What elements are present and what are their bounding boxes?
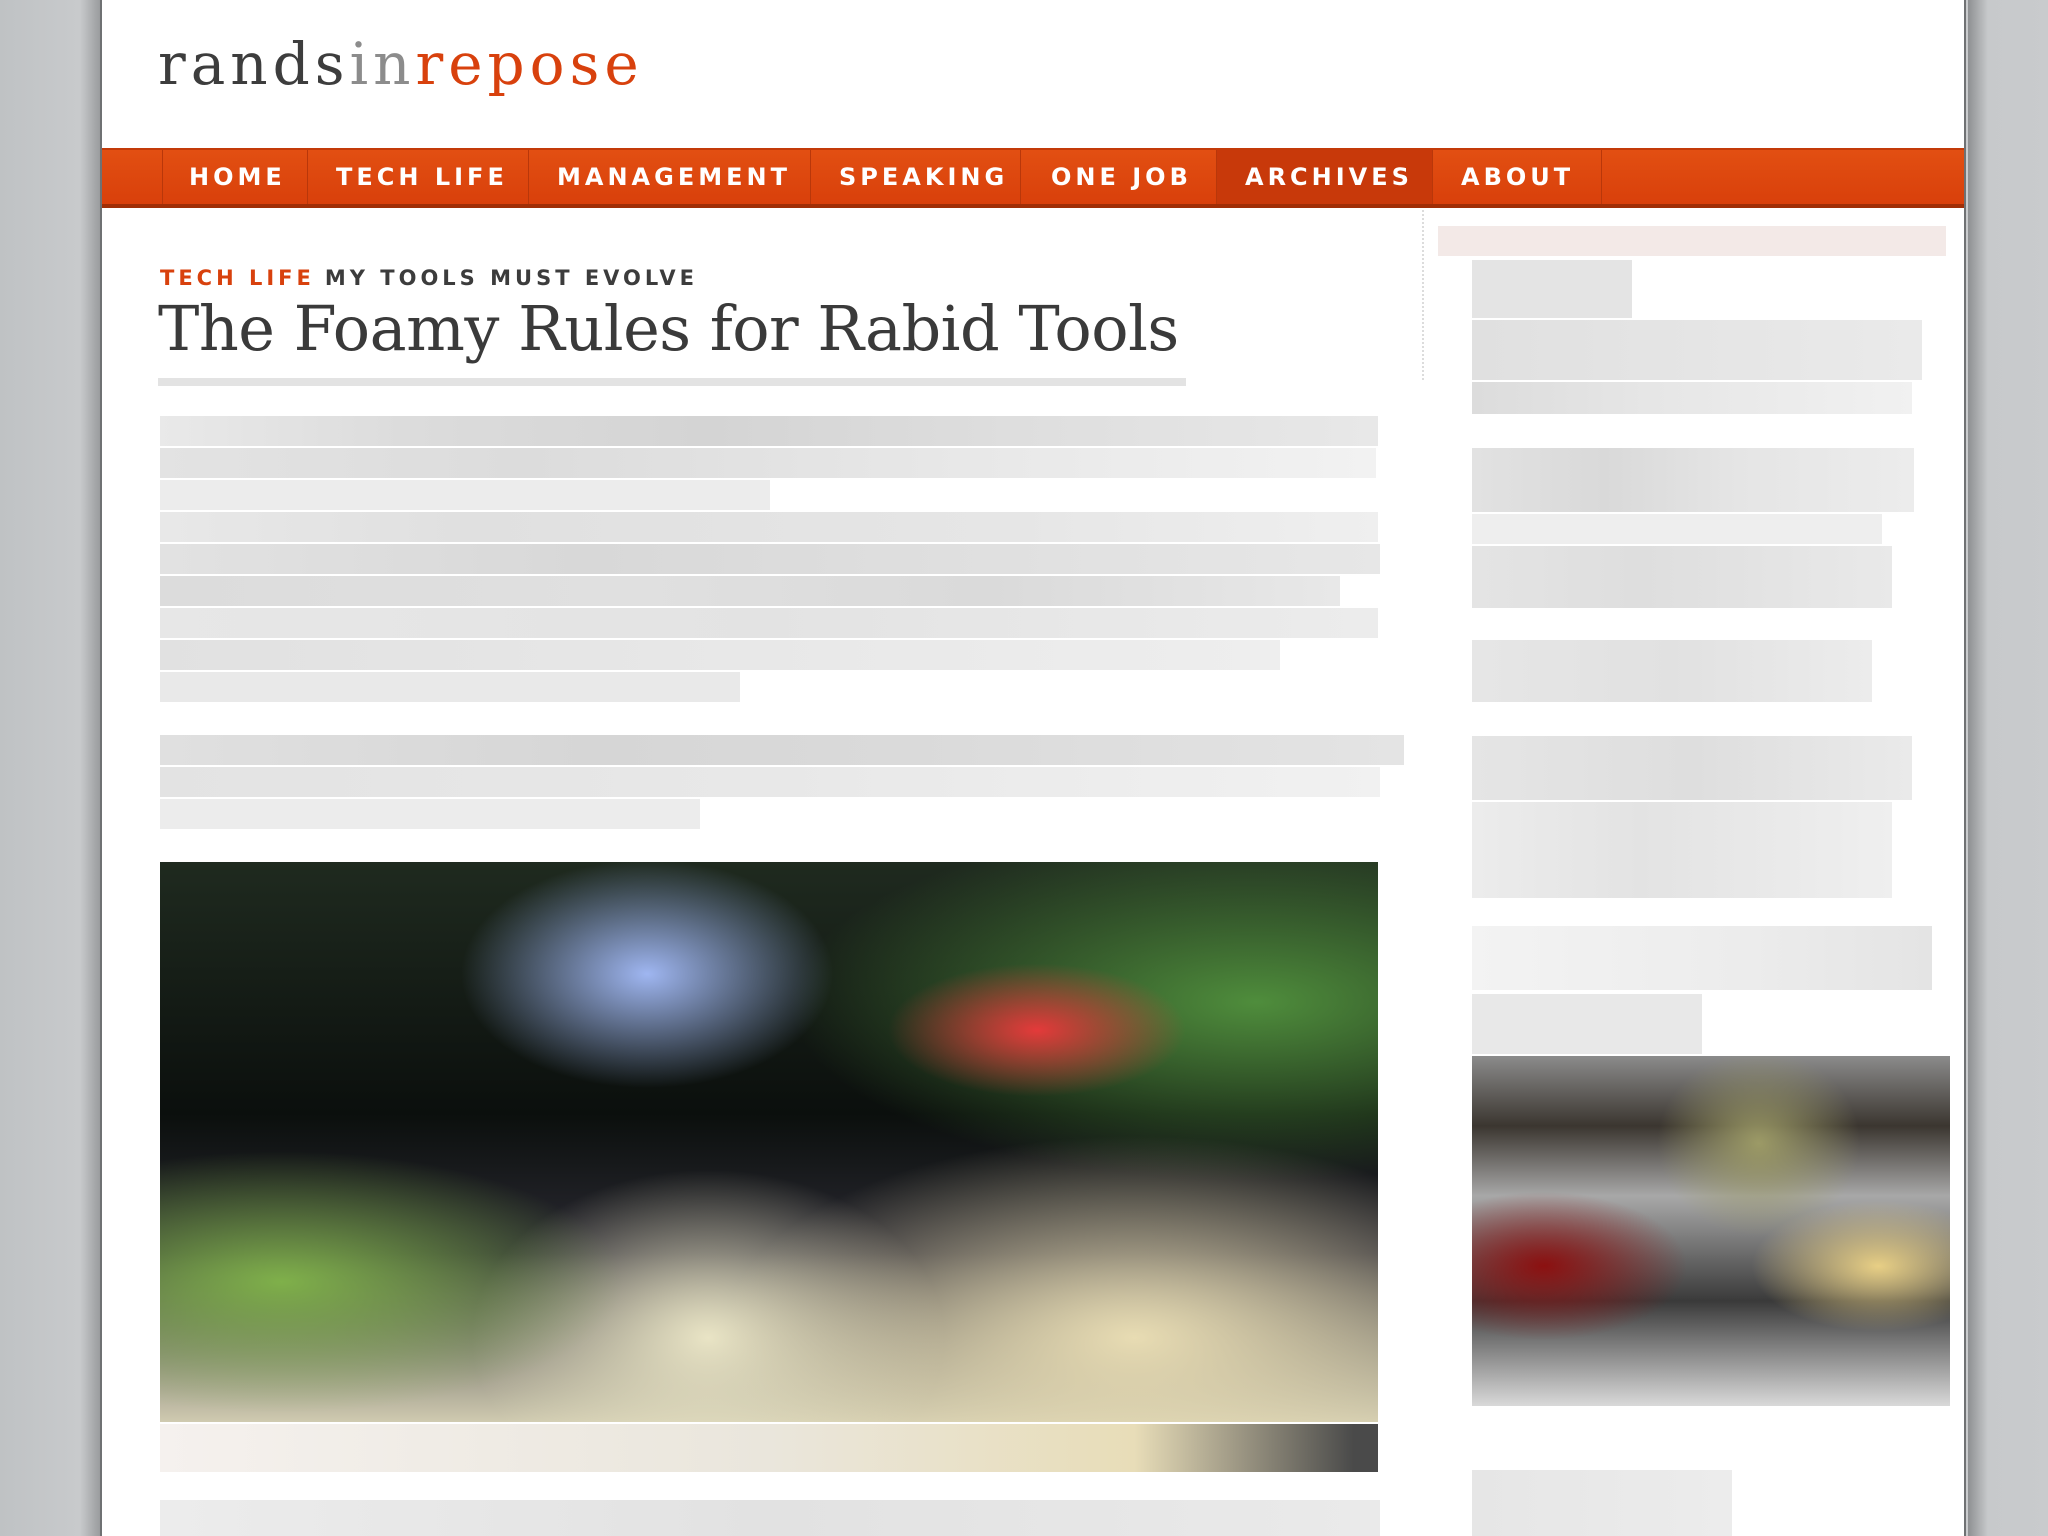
- blurred-paragraph-line: [160, 672, 740, 702]
- window-right-gutter: [1968, 0, 2048, 1536]
- nav-item-label: HOME: [189, 163, 286, 191]
- window-left-gutter: [0, 0, 100, 1536]
- article-image[interactable]: [160, 862, 1378, 1422]
- sidebar-image[interactable]: [1472, 1056, 1950, 1406]
- sidebar-blurred-line: [1472, 546, 1892, 608]
- nav-item-label: SPEAKING: [839, 163, 1009, 191]
- sidebar-blurred-line: [1472, 448, 1914, 512]
- sidebar-blurred-line: [1472, 802, 1892, 898]
- nav-item-label: ONE JOB: [1051, 163, 1192, 191]
- nav-item-management[interactable]: MANAGEMENT: [528, 150, 810, 204]
- blurred-paragraph-line: [160, 1500, 1380, 1536]
- blurred-paragraph-line: [160, 767, 1380, 797]
- blurred-paragraph-line: [160, 512, 1378, 542]
- nav-item-archives[interactable]: ARCHIVES: [1216, 150, 1432, 204]
- nav-item-label: MANAGEMENT: [557, 163, 791, 191]
- page: randsinrepose HOME TECH LIFE MANAGEMENT …: [100, 0, 1966, 1536]
- nav-item-label: TECH LIFE: [336, 163, 508, 191]
- blurred-paragraph-line: [160, 799, 700, 829]
- sidebar-divider: [1422, 210, 1424, 380]
- article-subtitle: MY TOOLS MUST EVOLVE: [324, 266, 698, 290]
- title-underline: [158, 378, 1186, 386]
- blurred-paragraph-line: [160, 448, 1376, 478]
- nav-item-about[interactable]: ABOUT: [1432, 150, 1602, 204]
- sidebar-blurred-line: [1472, 736, 1912, 800]
- nav-item-tech-life[interactable]: TECH LIFE: [307, 150, 528, 204]
- nav-item-home[interactable]: HOME: [162, 150, 307, 204]
- sidebar-blurred-line: [1472, 514, 1882, 544]
- nav-item-one-job[interactable]: ONE JOB: [1020, 150, 1216, 204]
- sidebar-blurred-line: [1472, 320, 1922, 380]
- article-title[interactable]: The Foamy Rules for Rabid Tools: [158, 292, 1179, 365]
- article-breadcrumb: TECH LIFE MY TOOLS MUST EVOLVE: [160, 266, 698, 290]
- sidebar-blurred-line: [1472, 926, 1932, 990]
- logo-part-in: in: [349, 30, 416, 98]
- sidebar-header-bar: [1438, 226, 1946, 256]
- site-logo[interactable]: randsinrepose: [158, 30, 644, 98]
- nav-item-speaking[interactable]: SPEAKING: [810, 150, 1020, 204]
- sidebar-blurred-line: [1472, 382, 1912, 414]
- sidebar-blurred-line: [1472, 1470, 1732, 1536]
- blurred-caption-line: [160, 1424, 1378, 1472]
- blurred-paragraph-line: [160, 480, 770, 510]
- logo-part-rands: rands: [158, 30, 350, 98]
- blurred-paragraph-line: [160, 608, 1378, 638]
- blurred-paragraph-line: [160, 576, 1340, 606]
- sidebar-blurred-line: [1472, 994, 1702, 1054]
- blurred-paragraph-line: [160, 640, 1280, 670]
- logo-part-repose: repose: [415, 30, 644, 98]
- nav-item-label: ABOUT: [1461, 163, 1575, 191]
- blurred-paragraph-line: [160, 416, 1378, 446]
- sidebar-blurred-line: [1472, 640, 1872, 702]
- blurred-paragraph-line: [160, 735, 1404, 765]
- nav-item-label: ARCHIVES: [1245, 163, 1413, 191]
- main-nav: HOME TECH LIFE MANAGEMENT SPEAKING ONE J…: [102, 148, 1964, 208]
- blurred-paragraph-line: [160, 544, 1380, 574]
- sidebar-blurred-line: [1472, 260, 1632, 318]
- article-category-link[interactable]: TECH LIFE: [160, 266, 315, 290]
